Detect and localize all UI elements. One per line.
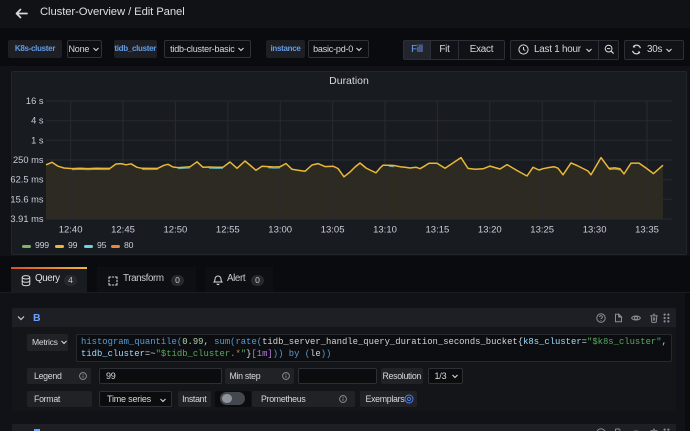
- svg-text:12:55: 12:55: [216, 225, 240, 236]
- svg-text:13:35: 13:35: [635, 225, 659, 236]
- svg-text:13:10: 13:10: [373, 225, 397, 236]
- svg-text:3.91 ms: 3.91 ms: [10, 214, 43, 224]
- svg-text:13:00: 13:00: [268, 225, 292, 236]
- svg-text:12:45: 12:45: [111, 225, 135, 236]
- svg-text:62.5 ms: 62.5 ms: [10, 175, 43, 185]
- svg-text:12:40: 12:40: [59, 225, 83, 236]
- svg-text:12:50: 12:50: [164, 225, 188, 236]
- svg-text:250 ms: 250 ms: [13, 155, 44, 165]
- svg-text:16 s: 16 s: [26, 96, 44, 106]
- svg-text:15.6 ms: 15.6 ms: [10, 194, 43, 204]
- svg-text:13:25: 13:25: [530, 225, 554, 236]
- svg-text:1 s: 1 s: [31, 135, 44, 145]
- svg-text:13:20: 13:20: [478, 225, 502, 236]
- svg-text:13:05: 13:05: [321, 225, 345, 236]
- svg-text:13:15: 13:15: [426, 225, 450, 236]
- svg-text:13:30: 13:30: [583, 225, 607, 236]
- svg-text:4 s: 4 s: [31, 116, 44, 126]
